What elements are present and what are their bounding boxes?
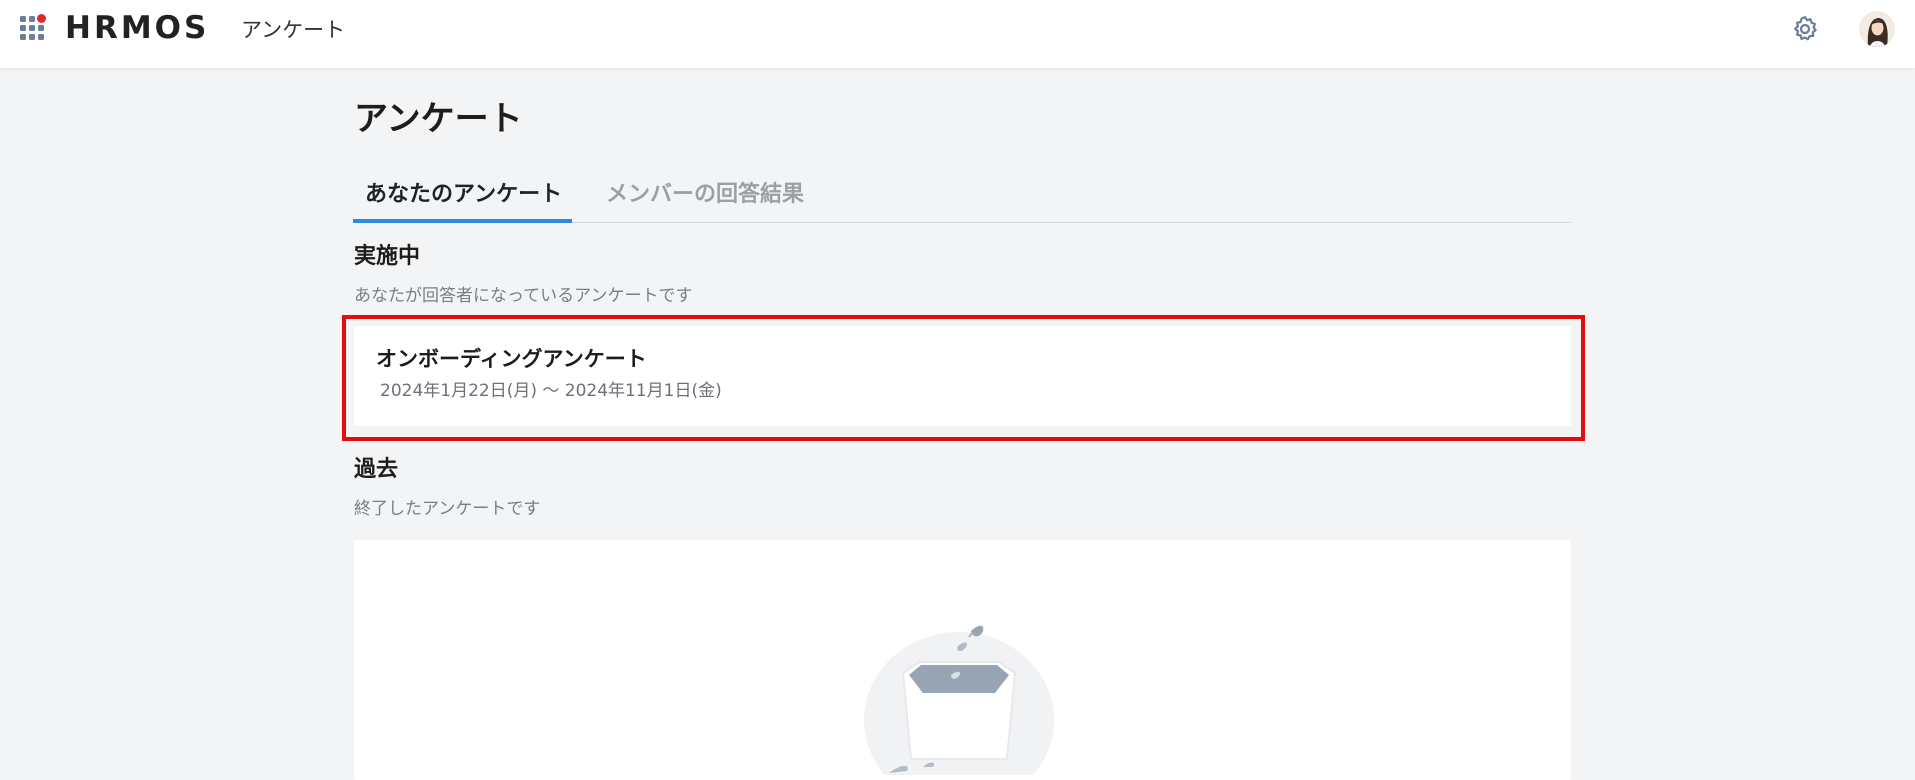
empty-state-panel <box>354 540 1571 780</box>
tab-bar: あなたのアンケート メンバーの回答結果 <box>353 172 1571 223</box>
tab-member-results[interactable]: メンバーの回答結果 <box>606 180 804 210</box>
empty-inbox-icon <box>859 625 1059 780</box>
active-tab-indicator <box>353 219 572 223</box>
page-title: アンケート <box>354 99 523 139</box>
survey-title[interactable]: オンボーディングアンケート <box>376 344 647 374</box>
tab-your-surveys[interactable]: あなたのアンケート <box>365 180 562 210</box>
user-avatar[interactable] <box>1859 11 1895 47</box>
gear-icon[interactable] <box>1790 14 1820 44</box>
apps-grid-icon[interactable] <box>19 14 47 43</box>
survey-card[interactable]: オンボーディングアンケート 2024年1月22日(月) 〜 2024年11月1日… <box>354 326 1571 426</box>
hrmos-logo[interactable]: HRMOS <box>65 10 209 46</box>
section-description-past: 終了したアンケートです <box>354 499 541 519</box>
section-heading-past: 過去 <box>354 457 399 482</box>
app-name: アンケート <box>241 18 346 42</box>
top-bar: HRMOS アンケート <box>0 0 1915 68</box>
section-heading-active: 実施中 <box>354 244 421 269</box>
section-description-active: あなたが回答者になっているアンケートです <box>354 286 693 306</box>
survey-period: 2024年1月22日(月) 〜 2024年11月1日(金) <box>380 381 722 401</box>
